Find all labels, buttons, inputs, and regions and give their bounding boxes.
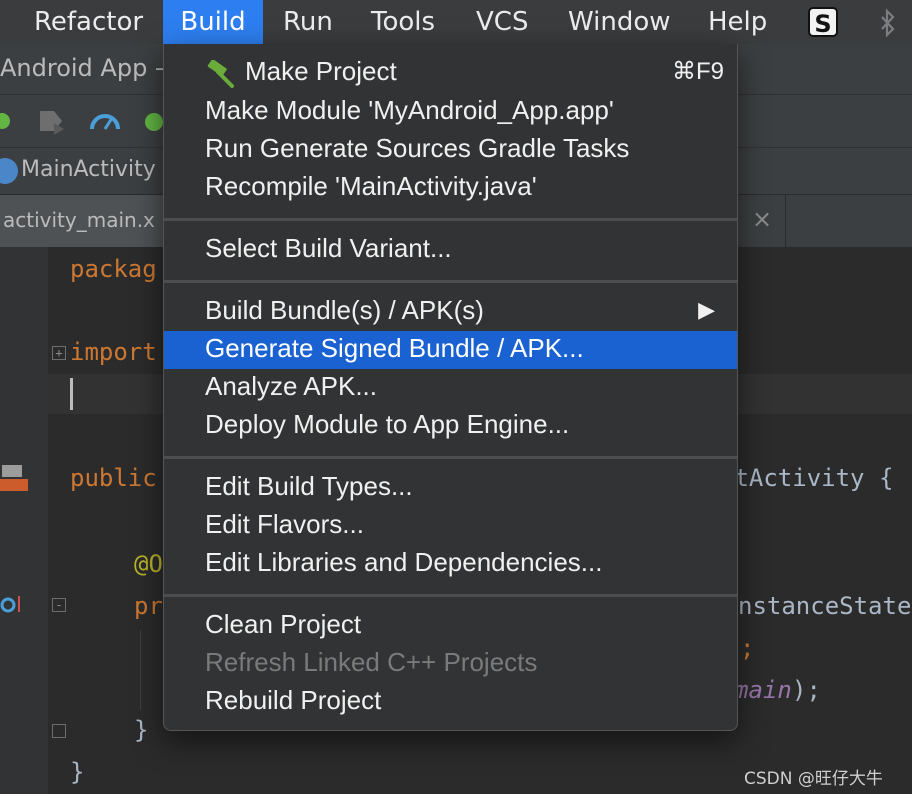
menu-item-run-generate-sources[interactable]: Run Generate Sources Gradle Tasks	[164, 131, 737, 169]
watermark: CSDN @旺仔大牛	[744, 769, 883, 789]
menu-item-clean-project[interactable]: Clean Project	[164, 607, 737, 645]
menu-bar: Refactor Build Run Tools VCS Window Help…	[0, 0, 912, 44]
shortcut-text: ⌘F9	[671, 58, 724, 85]
profiler-icon[interactable]	[88, 107, 122, 135]
menu-item-build-bundle-apk[interactable]: Build Bundle(s) / APK(s) ▶	[164, 293, 737, 331]
bluetooth-icon[interactable]	[878, 8, 898, 38]
menu-item-deploy-module[interactable]: Deploy Module to App Engine...	[164, 407, 737, 445]
menu-separator	[164, 218, 737, 221]
attach-debugger-icon[interactable]	[36, 107, 68, 137]
menu-item-analyze-apk[interactable]: Analyze APK...	[164, 369, 737, 407]
menu-item-refresh-linked-cpp: Refresh Linked C++ Projects	[205, 647, 538, 677]
code-close-method[interactable]: }	[134, 716, 148, 744]
code-close-class[interactable]: }	[70, 758, 84, 786]
code-layout-tail[interactable]: );	[792, 676, 821, 704]
menu-vcs[interactable]: VCS	[476, 0, 528, 44]
menu-item-make-module[interactable]: Make Module 'MyAndroid_App.app'	[164, 93, 737, 131]
tab-activity-main[interactable]: activity_main.x	[0, 195, 170, 247]
fold-expand-icon[interactable]: +	[52, 346, 66, 360]
fold-collapse-icon[interactable]: -	[52, 598, 66, 612]
menu-separator	[164, 456, 737, 459]
layout-file-icon[interactable]	[0, 463, 30, 493]
menu-item-edit-libraries[interactable]: Edit Libraries and Dependencies...	[164, 545, 737, 583]
bug-icon[interactable]	[0, 107, 14, 135]
s-app-icon[interactable]: S	[808, 7, 838, 38]
code-package[interactable]: packag	[70, 255, 157, 283]
code-semicolon[interactable]: ;	[740, 634, 754, 662]
code-protected[interactable]: pr	[134, 592, 163, 620]
close-icon[interactable]: ×	[752, 205, 772, 233]
code-public[interactable]: public	[70, 464, 157, 492]
menu-run[interactable]: Run	[283, 0, 333, 44]
menu-refactor[interactable]: Refactor	[34, 0, 143, 44]
menu-separator	[164, 280, 737, 283]
indent-guide	[140, 630, 141, 710]
menu-item-make-project[interactable]: Make Project ⌘F9	[164, 54, 737, 92]
menu-item-recompile[interactable]: Recompile 'MainActivity.java'	[164, 169, 737, 207]
class-icon	[0, 158, 18, 184]
code-oncreate-tail[interactable]: nstanceState	[738, 592, 911, 620]
submenu-arrow-icon: ▶	[698, 297, 715, 322]
hammer-icon	[207, 60, 234, 88]
text-caret	[70, 378, 73, 410]
code-annotation[interactable]: @O	[134, 550, 163, 578]
menu-item-generate-signed-bundle[interactable]: Generate Signed Bundle / APK...	[164, 331, 737, 369]
menu-item-edit-flavors[interactable]: Edit Flavors...	[164, 507, 737, 545]
menu-help[interactable]: Help	[708, 0, 767, 44]
tab-label: activity_main.x	[3, 208, 155, 232]
menu-window[interactable]: Window	[568, 0, 671, 44]
fold-end-icon[interactable]	[52, 724, 66, 738]
menu-tools[interactable]: Tools	[371, 0, 435, 44]
code-class-tail[interactable]: ntActivity {	[720, 464, 893, 492]
build-menu-dropdown: Make Project ⌘F9 Make Module 'MyAndroid_…	[163, 44, 738, 731]
tab-divider	[785, 195, 786, 247]
code-import[interactable]: import	[70, 338, 157, 366]
menu-item-select-build-variant[interactable]: Select Build Variant...	[164, 231, 737, 269]
menu-item-rebuild-project[interactable]: Rebuild Project	[164, 683, 737, 721]
override-marker-icon[interactable]	[0, 594, 26, 616]
menu-item-edit-build-types[interactable]: Edit Build Types...	[164, 469, 737, 507]
code-layout-ref[interactable]: main	[734, 676, 792, 704]
menu-separator	[164, 594, 737, 597]
editor-gutter	[0, 247, 48, 794]
menu-build[interactable]: Build	[163, 0, 263, 44]
window-title: Android App –	[0, 54, 167, 82]
breadcrumb-mainactivity[interactable]: MainActivity	[21, 157, 156, 182]
